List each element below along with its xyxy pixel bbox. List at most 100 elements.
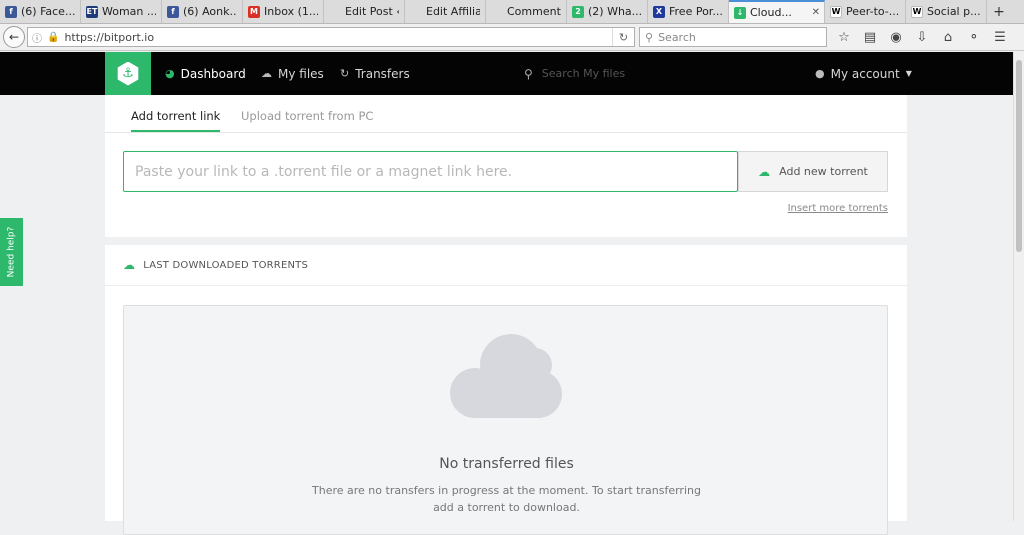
browser-tab-label: (6) Aonk... [183,5,237,18]
bitport-icon: ↓ [734,6,746,19]
browser-tab-strip: f (6) Face... ET Woman ... f (6) Aonk... M Inbo… [0,0,1024,24]
browser-tab[interactable]: M Inbox (1... [243,0,324,23]
cloud-icon: ☁ [123,258,136,272]
search-icon: ⚲ [524,66,533,81]
browser-tab[interactable]: f (6) Face... [0,0,81,23]
browser-search-input[interactable]: ⚲ Search [639,27,827,47]
browser-tab-label: Free Por... [669,5,723,18]
facebook-icon: f [5,5,17,18]
et-icon: ET [86,5,98,18]
page-scrollbar[interactable] [1013,52,1024,521]
add-torrent-card: Add torrent link Upload torrent from PC … [105,95,907,237]
nav-dashboard[interactable]: ◕ Dashboard [165,52,246,95]
nav-my-files[interactable]: ☁ My files [261,52,324,95]
browser-tab-label: (2) Wha... [588,5,642,18]
browser-tab-label: Peer-to-... [846,5,900,18]
browser-tab[interactable]: Comments ... [486,0,567,23]
empty-state: No transferred files There are no transf… [123,305,888,535]
pocket-icon[interactable]: ◉ [883,30,909,45]
info-icon: ⓘ [32,33,42,45]
home-icon[interactable]: ⌂ [935,30,961,45]
browser-tab[interactable]: W Peer-to-... [825,0,906,23]
reading-list-icon[interactable]: ▤ [857,30,883,45]
url-text: https://bitport.io [64,30,155,44]
blank-favicon-icon [410,6,422,18]
blank-favicon-icon [491,6,503,18]
tab-upload-torrent[interactable]: Upload torrent from PC [241,109,373,123]
new-tab-icon[interactable]: + [987,0,1011,23]
nav-my-files-label: My files [278,66,324,81]
last-downloaded-title: LAST DOWNLOADED TORRENTS [143,259,308,271]
wikipedia-icon: W [830,5,842,18]
browser-tab-label: Cloud... [750,6,792,19]
caret-down-icon: ▼ [905,69,912,78]
browser-tab[interactable]: ↓ Cloud... ✕ [729,0,825,23]
empty-line-1: There are no transfers in progress at th… [312,484,701,497]
site-header: ⚓ ◕ Dashboard ☁ My files ↻ Transfers ⚲ S… [0,52,1024,95]
browser-tab-label: Inbox (1... [264,5,318,18]
url-bar[interactable]: ⓘ 🔒 https://bitport.io ↻ [27,27,635,47]
facebook-icon: f [167,5,179,18]
tab-add-torrent-link[interactable]: Add torrent link [131,109,221,132]
magnet-link-input[interactable] [123,151,738,192]
cloud-illustration-icon [450,334,562,418]
browser-tab-label: Edit Post ‹ ... [345,5,399,18]
browser-tab[interactable]: 2 (2) Wha... [567,0,648,23]
site-search-placeholder: Search My files [541,67,626,80]
search-icon: ⚲ [645,30,654,44]
browser-tab[interactable]: W Social p... [906,0,987,23]
browser-search-placeholder: Search [658,30,696,44]
add-new-torrent-label: Add new torrent [779,165,868,178]
x-icon: X [653,5,665,18]
last-downloaded-header: ☁ LAST DOWNLOADED TORRENTS [105,245,907,286]
browser-tab-label: Edit Affiliat... [426,5,480,18]
reload-button[interactable]: ↻ [612,28,634,46]
browser-tab-label: Comments ... [507,5,561,18]
cloud-icon: ☁ [261,67,272,80]
arrow-left-icon: ← [8,30,20,44]
add-new-torrent-button[interactable]: ☁ Add new torrent [738,151,888,192]
browser-tab-label: (6) Face... [21,5,75,18]
dashboard-icon: ◕ [165,67,175,80]
browser-tab-label: Woman ... [102,5,156,18]
scrollbar-thumb[interactable] [1016,60,1022,252]
empty-line-2: add a torrent to download. [433,501,580,514]
close-tab-icon[interactable]: ✕ [812,7,820,18]
account-label: My account [830,66,900,81]
site-search[interactable]: ⚲ Search My files [524,52,625,95]
browser-toolbar-icons: ☆ ▤ ◉ ⇩ ⌂ ⚬ ☰ [831,30,1013,45]
account-menu[interactable]: ● My account ▼ [815,52,912,95]
browser-tab[interactable]: f (6) Aonk... [162,0,243,23]
empty-title: No transferred files [439,456,574,472]
bitport-logo[interactable]: ⚓ [105,52,151,95]
add-torrent-tabs: Add torrent link Upload torrent from PC [105,95,907,133]
browser-tab[interactable]: X Free Por... [648,0,729,23]
need-help-tab[interactable]: Need help? [0,218,23,286]
last-downloaded-card: ☁ LAST DOWNLOADED TORRENTS No transferre… [105,245,907,535]
menu-icon[interactable]: ☰ [987,30,1013,45]
gmail-icon: M [248,5,260,18]
bookmark-star-icon[interactable]: ☆ [831,30,857,45]
browser-tab-label: Social p... [927,5,981,18]
back-button[interactable]: ← [3,26,25,48]
lock-icon: 🔒 [47,31,60,43]
browser-navbar: ← ⓘ 🔒 https://bitport.io ↻ ⚲ Search ☆ ▤ … [0,24,1024,51]
anchor-icon: ⚓ [117,61,139,86]
browser-tab[interactable]: Edit Post ‹ ... [324,0,405,23]
nav-transfers-label: Transfers [355,66,410,81]
empty-description: There are no transfers in progress at th… [124,482,889,516]
browser-tab[interactable]: ET Woman ... [81,0,162,23]
nav-transfers[interactable]: ↻ Transfers [340,52,410,95]
need-help-label: Need help? [6,226,17,278]
whatsapp-icon: 2 [572,5,584,18]
download-icon[interactable]: ⇩ [909,30,935,45]
browser-tab[interactable]: Edit Affiliat... [405,0,486,23]
nav-dashboard-label: Dashboard [180,66,246,81]
chat-icon[interactable]: ⚬ [961,30,987,45]
user-icon: ● [815,67,825,80]
refresh-icon: ↻ [340,67,350,80]
wikipedia-icon: W [911,5,923,18]
cloud-upload-icon: ☁ [758,164,771,179]
insert-more-torrents-link[interactable]: Insert more torrents [788,203,888,214]
blank-favicon-icon [329,6,341,18]
